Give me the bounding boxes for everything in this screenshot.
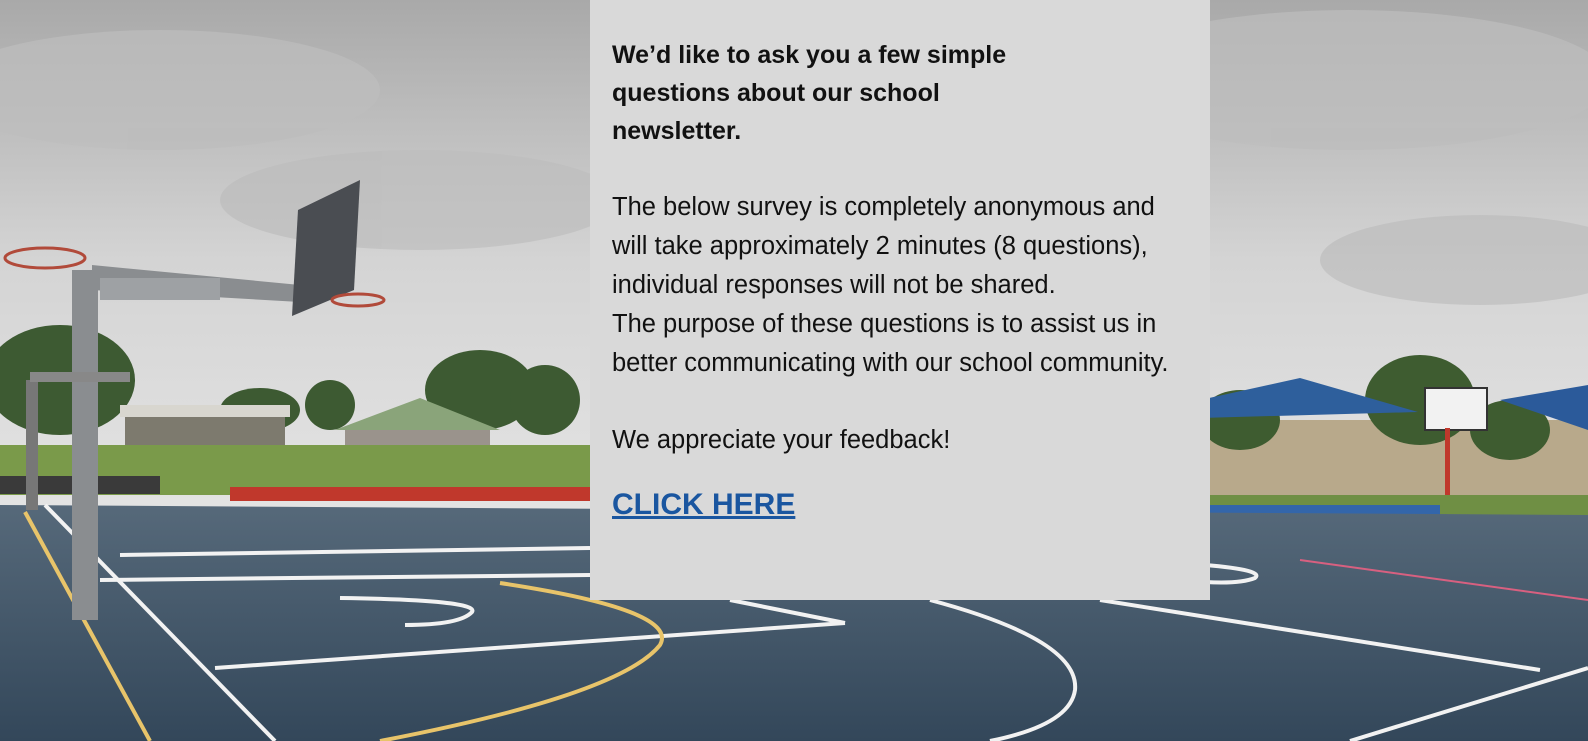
panel-heading: We’d like to ask you a few simple questi…	[612, 41, 1007, 145]
survey-description: The below survey is completely anonymous…	[612, 193, 1155, 299]
red-planter	[230, 487, 590, 501]
survey-panel: We’d like to ask you a few simple questi…	[590, 0, 1210, 600]
click-here-link[interactable]: CLICK HERE	[612, 488, 795, 522]
feedback-thanks: We appreciate your feedback!	[612, 426, 951, 454]
survey-purpose: The purpose of these questions is to ass…	[612, 310, 1169, 377]
building-left	[125, 415, 285, 450]
